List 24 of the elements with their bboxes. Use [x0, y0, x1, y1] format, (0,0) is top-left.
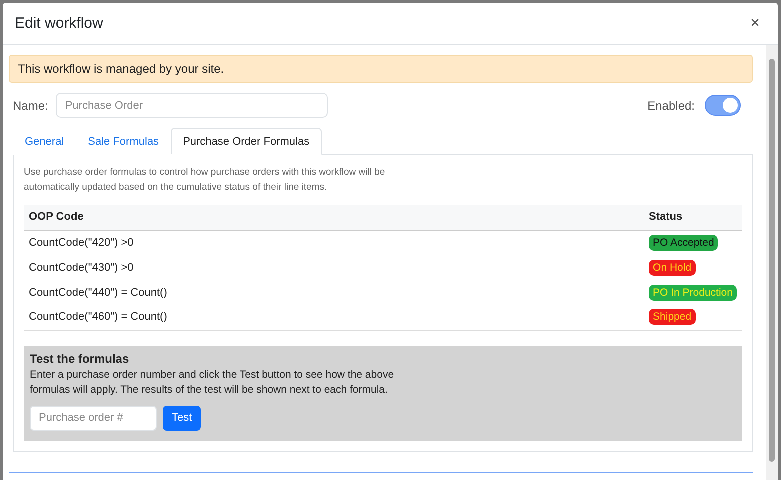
column-header: Status	[644, 205, 742, 230]
code-cell: CountCode("420") >0	[24, 230, 644, 255]
description-text: Use purchase order formulas to control how purchase orders with this workflow will be automatically updated based on the cumulative status of their line items.	[24, 166, 386, 195]
status-badge: PO In Production	[649, 284, 737, 300]
status-badge: PO Accepted	[649, 234, 718, 251]
code-cell-text: CountCode("430") >0	[28, 260, 135, 276]
status-badge: Shipped	[649, 309, 696, 326]
code-cell: CountCode("460") = Count()	[24, 305, 644, 330]
test-instructions: Enter a purchase order number and click the Test button to see how the above formulas will apply. The results of the test will be shown next to each formula.	[30, 368, 396, 398]
close-button[interactable]: ×	[746, 14, 764, 32]
notice-banner: This workflow is managed by your site.	[9, 55, 753, 83]
name-field[interactable]: Purchase Order	[56, 93, 328, 118]
status-badge: On Hold	[649, 260, 696, 276]
tab[interactable]: Purchase Order Formulas	[171, 128, 322, 155]
column-header: OOP Code	[24, 205, 644, 230]
test-button[interactable]: Test	[163, 406, 202, 430]
enabled-label: Enabled:	[648, 98, 695, 112]
name-label: Name:	[13, 98, 48, 112]
enabled-toggle[interactable]	[705, 95, 741, 116]
window-title: Edit workflow	[15, 15, 104, 32]
scrollbar[interactable]	[766, 45, 778, 480]
test-title: Test the formulas	[30, 352, 130, 366]
purchase-order-field[interactable]: Purchase order #	[30, 406, 157, 430]
code-cell-text: CountCode("440") = Count()	[28, 286, 168, 300]
